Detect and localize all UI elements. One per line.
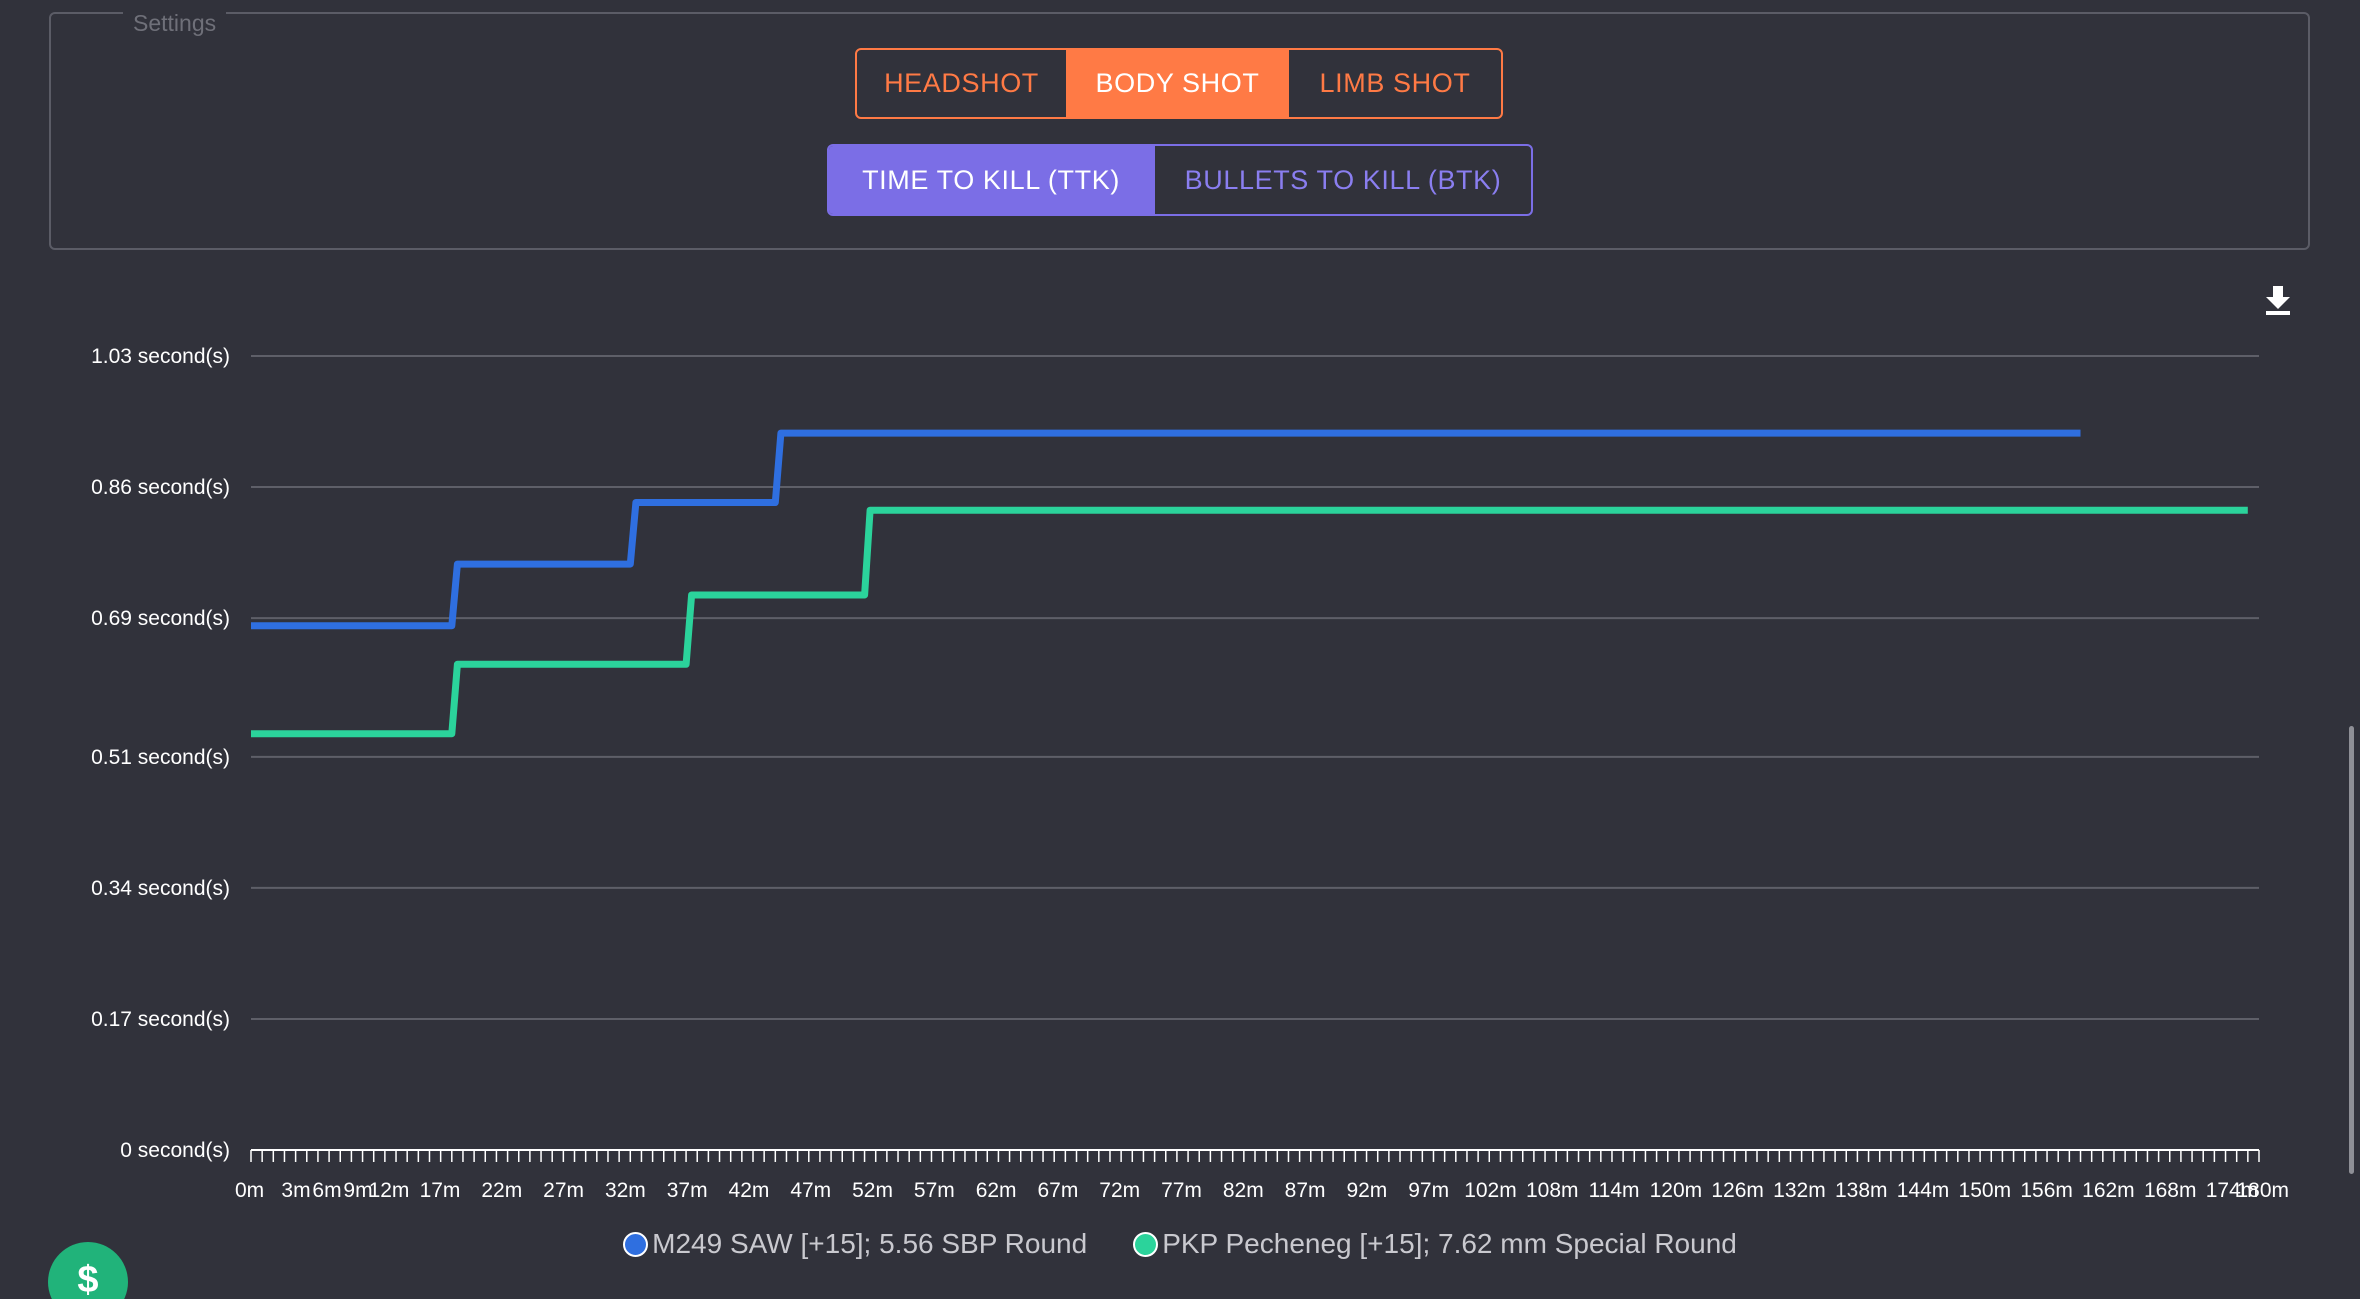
series-lines (251, 429, 2248, 738)
x-tick-label: 52m (852, 1179, 893, 1202)
legend-label-pkp: PKP Pecheneg [+15]; 7.62 mm Special Roun… (1162, 1228, 1737, 1259)
legend-swatch-m249 (623, 1231, 649, 1257)
x-tick-label: 162m (2082, 1179, 2135, 1202)
ttk-chart-page: Settings HEADSHOT BODY SHOT LIMB SHOT TI… (0, 0, 2360, 1299)
y-tick-label: 0.51 second(s) (91, 746, 230, 769)
x-tick-label: 17m (420, 1179, 461, 1202)
x-tick-label: 22m (481, 1179, 522, 1202)
x-tick-label: 180m (2236, 1179, 2289, 1202)
x-tick-label: 32m (605, 1179, 646, 1202)
x-tick-label: 77m (1161, 1179, 1202, 1202)
x-tick-label: 92m (1346, 1179, 1387, 1202)
x-axis (250, 1149, 2260, 1162)
legend-label-m249: M249 SAW [+15]; 5.56 SBP Round (652, 1228, 1088, 1259)
x-tick-label: 132m (1773, 1179, 1826, 1202)
series-line-1[interactable] (251, 506, 2248, 738)
x-tick-label: 156m (2020, 1179, 2073, 1202)
x-tick-label: 57m (914, 1179, 955, 1202)
x-tick-label: 62m (976, 1179, 1017, 1202)
x-tick-label: 168m (2144, 1179, 2197, 1202)
x-tick-label: 97m (1408, 1179, 1449, 1202)
y-tick-label: 0.17 second(s) (91, 1008, 230, 1031)
chart-legend: M249 SAW [+15]; 5.56 SBP Round PKP Peche… (0, 1228, 2360, 1260)
legend-swatch-pkp (1133, 1231, 1159, 1257)
x-tick-label: 138m (1835, 1179, 1888, 1202)
x-tick-label: 87m (1285, 1179, 1326, 1202)
x-tick-label: 6m (312, 1179, 341, 1202)
dollar-icon: $ (77, 1259, 99, 1299)
x-tick-label: 82m (1223, 1179, 1264, 1202)
x-tick-label: 120m (1650, 1179, 1703, 1202)
legend-item-m249[interactable]: M249 SAW [+15]; 5.56 SBP Round (623, 1228, 1087, 1260)
x-tick-label: 72m (1099, 1179, 1140, 1202)
x-tick-label: 12m (369, 1179, 410, 1202)
series-line-0[interactable] (251, 429, 2081, 630)
x-tick-label: 3m (281, 1179, 310, 1202)
x-tick-label: 150m (1959, 1179, 2012, 1202)
y-axis-labels: 0 second(s) 0.17 second(s) 0.34 second(s) 0… (91, 345, 230, 1162)
x-tick-label: 67m (1038, 1179, 1079, 1202)
ttk-line-chart: 0 second(s) 0.17 second(s) 0.34 second(s) 0… (91, 345, 2289, 1202)
page-scrollbar[interactable] (2349, 726, 2354, 1174)
x-tick-label: 102m (1464, 1179, 1517, 1202)
x-tick-label: 47m (790, 1179, 831, 1202)
x-tick-label: 37m (667, 1179, 708, 1202)
y-tick-label: 1.03 second(s) (91, 345, 230, 368)
x-tick-label: 0m (235, 1179, 264, 1202)
y-tick-label: 0.34 second(s) (91, 877, 230, 900)
x-tick-label: 42m (729, 1179, 770, 1202)
x-tick-label: 108m (1526, 1179, 1579, 1202)
y-tick-label: 0.69 second(s) (91, 607, 230, 630)
x-tick-label: 114m (1589, 1179, 1640, 1202)
grid-lines (251, 355, 2259, 1020)
legend-item-pkp[interactable]: PKP Pecheneg [+15]; 7.62 mm Special Roun… (1133, 1228, 1737, 1260)
x-tick-label: 27m (543, 1179, 584, 1202)
y-tick-label: 0.86 second(s) (91, 476, 230, 499)
x-tick-label: 144m (1897, 1179, 1950, 1202)
x-tick-label: 126m (1711, 1179, 1764, 1202)
x-axis-labels: 0m 3m 6m 9m12m 17m 22m 27m 32m 37m 42m 47m 52m 57m 62… (235, 1179, 2289, 1202)
y-tick-label: 0 second(s) (120, 1139, 230, 1162)
